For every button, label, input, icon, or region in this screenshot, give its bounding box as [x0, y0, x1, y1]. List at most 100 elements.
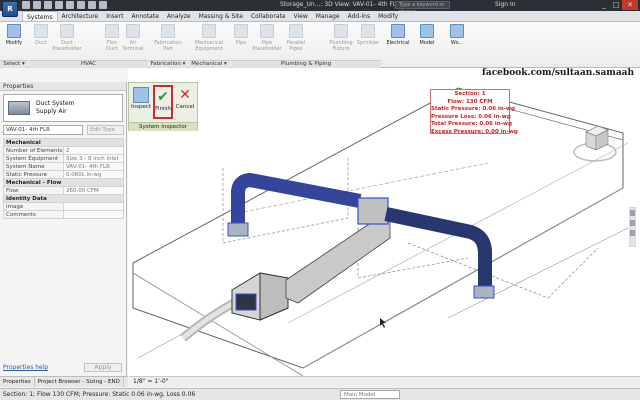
steering-wheel-icon[interactable] — [630, 210, 635, 216]
flex-duct-button[interactable]: Flex Duct — [102, 24, 122, 56]
pipe-placeholder-button[interactable]: Pipe Placeholder — [252, 24, 282, 56]
property-value[interactable]: 2 — [63, 146, 124, 155]
section-label: Mechanical - Flow — [3, 178, 124, 187]
plumbing-fixture-button[interactable]: Plumbing Fixture — [326, 24, 356, 56]
redo-icon[interactable] — [55, 1, 63, 9]
pipe-placeholder-icon — [260, 24, 274, 38]
section-mechanical-flow[interactable]: Mechanical - Flow — [3, 178, 124, 187]
open-icon[interactable] — [22, 1, 30, 9]
section-info-tag: Section: 1 Flow: 130 CFM Static Pressure… — [430, 89, 518, 135]
cursor-icon — [380, 318, 386, 328]
property-value[interactable]: 0.060L in-wg — [63, 170, 124, 179]
tab-manage[interactable]: Manage — [312, 11, 344, 21]
properties-help-link[interactable]: Properties help — [3, 364, 48, 371]
group-mechanical[interactable]: Mechanical ▾ — [188, 60, 230, 68]
workplane-icon — [450, 24, 464, 38]
tab-view[interactable]: View — [290, 11, 312, 21]
tab-insert[interactable]: Insert — [102, 11, 127, 21]
tab-collaborate[interactable]: Collaborate — [247, 11, 290, 21]
modify-button[interactable]: Modify — [2, 24, 26, 56]
property-value[interactable]: VAV-01- 4th FLR — [63, 162, 124, 171]
tab-annotate[interactable]: Annotate — [127, 11, 162, 21]
tab-architecture[interactable]: Architecture — [58, 11, 103, 21]
model-label: Model — [419, 40, 435, 46]
tag-icon[interactable] — [99, 1, 107, 9]
property-row: Number of Elements 2 — [3, 146, 124, 155]
main-trunk-duct[interactable] — [285, 217, 391, 304]
vav-outlet — [235, 293, 257, 311]
model-button[interactable]: Model — [416, 24, 438, 56]
navigation-bar[interactable] — [629, 207, 636, 247]
tab-modify[interactable]: Modify — [374, 11, 402, 21]
help-search-input[interactable]: Type a keyword or phrase — [395, 1, 450, 15]
finish-button[interactable]: ✔ Finish — [153, 85, 173, 119]
group-select[interactable]: Select ▾ — [0, 60, 28, 68]
3d-view-icon[interactable] — [88, 1, 96, 9]
group-fabrication[interactable]: Fabrication ▾ — [149, 60, 187, 68]
active-model-dropdown[interactable]: Main Model — [340, 390, 400, 399]
workplane-button[interactable]: Wo... — [446, 24, 468, 56]
view-cube[interactable] — [572, 120, 618, 164]
property-label: System Name — [3, 162, 64, 171]
fabrication-part-label: Fabrication Part — [154, 40, 182, 52]
measure-icon[interactable] — [77, 1, 85, 9]
duct-placeholder-icon — [60, 24, 74, 38]
flow-line: Flow: 130 CFM — [447, 98, 493, 105]
sign-in-link[interactable]: Sign In — [495, 1, 516, 8]
duct-button[interactable]: Duct — [30, 24, 52, 56]
apply-button[interactable]: Apply — [84, 363, 122, 372]
section-mechanical[interactable]: Mechanical — [3, 138, 124, 147]
minimize-button[interactable]: _ — [598, 0, 610, 10]
tab-analyze[interactable]: Analyze — [163, 11, 195, 21]
electrical-label: Electrical — [386, 40, 410, 46]
tab-systems[interactable]: Systems — [22, 11, 58, 21]
property-value[interactable]: 260.00 CFM — [63, 186, 124, 195]
total-pressure-line: Total Pressure: 0.06 in-wg — [431, 121, 513, 127]
property-label: System Equipment — [3, 154, 64, 163]
instance-filter-dropdown[interactable]: VAV-01- 4th FLR — [3, 125, 83, 135]
drawing-area[interactable] — [128, 68, 640, 376]
sprinkler-label: Sprinkler — [356, 40, 380, 46]
type-selector[interactable]: Duct System Supply Air — [3, 94, 123, 122]
section-identity-data[interactable]: Identity Data — [3, 194, 124, 203]
undo-icon[interactable] — [44, 1, 52, 9]
tab-massing-site[interactable]: Massing & Site — [195, 11, 247, 21]
fabrication-part-button[interactable]: Fabrication Part — [150, 24, 186, 56]
sprinkler-button[interactable]: Sprinkler — [356, 24, 380, 56]
tab-project-browser[interactable]: Project Browser - Sizing - END — [35, 377, 124, 387]
maximize-button[interactable]: □ — [610, 0, 622, 10]
property-label: Static Pressure — [3, 170, 64, 179]
tee-fitting[interactable] — [357, 197, 389, 225]
edit-type-button[interactable]: Edit Type — [87, 125, 124, 135]
property-value[interactable] — [63, 210, 124, 219]
save-icon[interactable] — [33, 1, 41, 9]
plumbing-fixture-label: Plumbing Fixture — [329, 40, 353, 52]
tab-properties[interactable]: Properties — [0, 377, 35, 387]
system-inspector-title: System Inspector — [129, 122, 197, 131]
status-bar: Section: 1; Flow 130 CFM; Pressure: Stat… — [0, 388, 640, 400]
cancel-button[interactable]: ✕ Cancel — [175, 85, 195, 119]
property-value[interactable]: Size 3 - 8 inch Inlet — [63, 154, 124, 163]
workplane-label: Wo... — [450, 40, 464, 46]
view-scale[interactable]: 1/8" = 1'-0" — [133, 378, 168, 385]
air-terminal-label: Air Terminal — [122, 40, 144, 52]
pipe-button[interactable]: Pipe — [232, 24, 250, 56]
pan-icon[interactable] — [630, 220, 635, 226]
property-row: Static Pressure 0.060L in-wg — [3, 170, 124, 179]
air-terminal-button[interactable]: Air Terminal — [120, 24, 146, 56]
cursor-icon — [7, 24, 21, 38]
property-value[interactable] — [63, 202, 124, 211]
inspect-button[interactable]: Inspect — [131, 85, 151, 119]
application-menu-button[interactable]: R — [2, 1, 18, 17]
right-branch-highlight — [384, 207, 492, 290]
property-row: Image — [3, 202, 124, 211]
mechanical-equipment-button[interactable]: Mechanical Equipment — [190, 24, 228, 56]
parallel-pipes-button[interactable]: Parallel Pipes — [284, 24, 308, 56]
tab-add-ins[interactable]: Add-Ins — [344, 11, 374, 21]
ribbon-panel: Modify Duct Duct Placeholder Flex Duct A… — [0, 22, 640, 68]
electrical-button[interactable]: Electrical — [384, 24, 412, 56]
print-icon[interactable] — [66, 1, 74, 9]
zoom-icon[interactable] — [630, 230, 635, 236]
duct-placeholder-button[interactable]: Duct Placeholder — [52, 24, 82, 56]
close-button[interactable]: ✕ — [622, 0, 638, 10]
